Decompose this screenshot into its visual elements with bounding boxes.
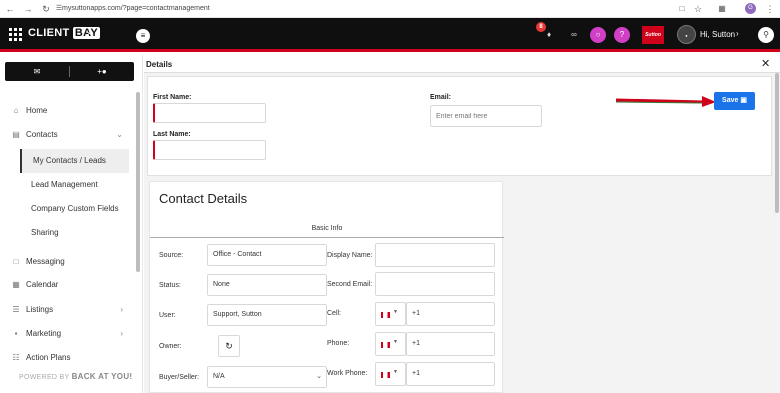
chat-icon[interactable]: ○ [590, 27, 606, 43]
tab-basic-info[interactable]: Basic Info [150, 220, 504, 238]
sidebar-subitem-my-contacts[interactable]: My Contacts / Leads [20, 149, 129, 173]
user-label: User: [159, 312, 176, 319]
action-plans-icon: ☷ [12, 353, 20, 362]
sidebar-scrollbar[interactable] [136, 92, 140, 272]
address-bar[interactable]: mysuttonapps.com/?page=contactmanagement [62, 3, 658, 15]
chevron-down-icon: ⌄ [116, 130, 123, 139]
second-email-input[interactable] [375, 272, 495, 296]
canada-flag-icon [381, 312, 390, 318]
sidebar-subitem-lead-management[interactable]: Lead Management [20, 173, 129, 197]
status-label: Status: [159, 282, 181, 289]
display-name-input[interactable] [375, 243, 495, 267]
owner-label: Owner: [159, 343, 182, 350]
help-icon[interactable]: ? [614, 27, 630, 43]
calendar-icon: ▦ [12, 280, 20, 289]
message-icon: □ [13, 257, 19, 266]
contact-details-card: Contact Details Basic Info Source: Offic… [149, 181, 504, 393]
quick-actions: ✉ +● [5, 62, 134, 81]
details-header: Details ✕ [144, 55, 780, 73]
browser-toolbar: ← → ↻ ☰ mysuttonapps.com/?page=contactma… [0, 0, 780, 18]
link-icon[interactable]: ∞ [566, 27, 582, 43]
last-name-label: Last Name: [153, 131, 191, 138]
chevron-right-icon: › [120, 329, 123, 338]
chevron-down-icon: ⌄ [316, 373, 322, 380]
sidebar-item-home[interactable]: ⌂ Home [0, 100, 135, 122]
install-icon[interactable]: □ [676, 3, 688, 15]
email-label: Email: [430, 94, 452, 101]
phone-country-select[interactable]: ▼ [375, 332, 406, 356]
extensions-icon[interactable]: ▦ [716, 3, 728, 15]
sidebar-item-messaging[interactable]: □ Messaging [0, 251, 135, 273]
user-greeting[interactable]: Hi, Sutton [700, 30, 735, 39]
sidebar-item-marketing[interactable]: ▪ Marketing › [0, 323, 135, 345]
canada-flag-icon [381, 372, 390, 378]
home-icon: ⌂ [13, 106, 19, 115]
work-phone-label: Work Phone: [327, 370, 368, 377]
cell-label: Cell: [327, 310, 342, 317]
pin-icon[interactable]: ⚲ [758, 27, 774, 43]
phone-input[interactable]: +1 [406, 332, 495, 356]
first-name-input[interactable] [153, 103, 266, 123]
main-scrollbar[interactable] [775, 73, 779, 213]
annotation-arrow [616, 96, 716, 107]
listings-icon: ☰ [12, 305, 20, 314]
powered-by: POWERED BY BACK AT YOU! [19, 372, 133, 381]
user-select[interactable]: Support, Sutton [207, 304, 327, 326]
contacts-icon: ▤ [12, 130, 20, 139]
main-panel: Details ✕ First Name: Last Name: Email: … [144, 55, 780, 393]
first-name-label: First Name: [153, 94, 192, 101]
reload-icon[interactable]: ↻ [40, 3, 52, 15]
email-input[interactable] [430, 105, 542, 127]
sidebar-subitem-company-custom-fields[interactable]: Company Custom Fields [20, 197, 129, 221]
details-card: First Name: Last Name: Email: Save ▣ [147, 76, 772, 176]
menu-icon[interactable]: ⋮ [764, 3, 776, 15]
sidebar: ✉ +● ⌂ Home ▤ Contacts ⌄ My Contacts / L… [0, 55, 143, 393]
phone-label: Phone: [327, 340, 350, 347]
cell-country-select[interactable]: ▼ [375, 302, 406, 326]
forward-icon[interactable]: → [22, 3, 34, 15]
sidebar-item-calendar[interactable]: ▦ Calendar [0, 274, 135, 296]
contact-details-title: Contact Details [159, 191, 248, 206]
close-icon[interactable]: ✕ [761, 57, 770, 70]
work-phone-country-select[interactable]: ▼ [375, 362, 406, 386]
status-select[interactable]: None [207, 274, 327, 296]
app-grid-icon[interactable] [9, 28, 22, 41]
back-icon[interactable]: ← [4, 3, 16, 15]
email-icon[interactable]: ✉ [5, 62, 69, 81]
save-button[interactable]: Save ▣ [714, 92, 755, 110]
profile-avatar[interactable]: G [745, 3, 756, 14]
sutton-brand-badge[interactable]: Sutton [642, 26, 664, 44]
marketing-icon: ▪ [14, 329, 18, 338]
details-title: Details [146, 60, 173, 69]
app-header: CLIENT BAY ⌄ ≡ 8 ♦ ∞ ○ ? Sutton ● Hi, Su… [0, 18, 780, 52]
caret-down-icon: ▼ [393, 369, 398, 375]
cell-input[interactable]: +1 [406, 302, 495, 326]
last-name-input[interactable] [153, 140, 266, 160]
work-phone-input[interactable]: +1 [406, 362, 495, 386]
buyer-seller-select[interactable]: N/A ⌄ [207, 366, 327, 388]
source-select[interactable]: Office - Contact [207, 244, 327, 266]
source-label: Source: [159, 252, 184, 259]
sidebar-item-contacts[interactable]: ▤ Contacts ⌄ [0, 124, 135, 146]
refresh-owner-icon[interactable]: ↻ [218, 335, 240, 357]
second-email-label: Second Email: [327, 281, 373, 288]
display-name-label: Display Name: [327, 252, 373, 259]
chevron-down-icon[interactable]: ⌄ [85, 26, 93, 37]
canada-flag-icon [381, 342, 390, 348]
bell-icon[interactable]: ♦ [541, 27, 557, 43]
sidebar-item-listings[interactable]: ☰ Listings › [0, 299, 135, 321]
collapse-sidebar-icon[interactable]: ≡ [136, 29, 150, 43]
chevron-right-icon: › [120, 305, 123, 314]
sidebar-item-action-plans[interactable]: ☷ Action Plans [0, 347, 135, 369]
user-avatar[interactable]: ● [677, 25, 696, 44]
add-contact-icon[interactable]: +● [70, 62, 134, 81]
chevron-right-icon[interactable]: › [736, 29, 739, 38]
caret-down-icon: ▼ [393, 339, 398, 345]
floppy-icon: ▣ [740, 97, 747, 104]
star-icon[interactable]: ☆ [692, 3, 704, 15]
caret-down-icon: ▼ [393, 309, 398, 315]
sidebar-subitem-sharing[interactable]: Sharing [20, 221, 129, 245]
buyer-seller-label: Buyer/Seller: [159, 374, 200, 381]
